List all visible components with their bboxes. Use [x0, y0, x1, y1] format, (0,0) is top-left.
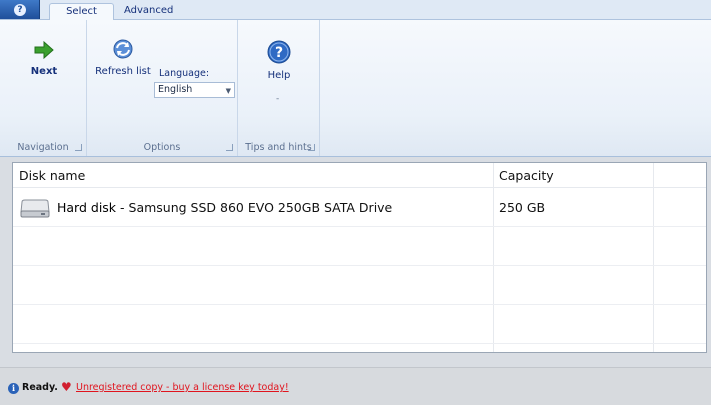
group-label-tips: Tips and hints [245, 142, 312, 153]
disk-model: Samsung SSD 860 EVO 250GB SATA Drive [128, 200, 393, 215]
ribbon-group-options: Refresh list Language: English ▼ Options [87, 20, 238, 156]
disk-capacity-cell: 250 GB [499, 200, 546, 215]
group-label-navigation: Navigation [17, 142, 69, 153]
group-label-options: Options [143, 142, 181, 153]
tab-advanced[interactable]: Advanced [117, 3, 180, 21]
info-icon: i [8, 383, 19, 394]
heart-icon: ♥ [61, 380, 72, 394]
disk-list[interactable]: Disk name Capacity Hard disk - Samsung S… [12, 162, 707, 353]
svg-text:?: ? [275, 45, 283, 61]
disk-name-cell: Hard disk - Samsung SSD 860 EVO 250GB SA… [57, 188, 392, 227]
buy-license-link[interactable]: Unregistered copy - buy a license key to… [76, 382, 289, 393]
status-bar: i Ready. ♥ Unregistered copy - buy a lic… [0, 367, 711, 405]
tab-select-disk[interactable]: Select disk [49, 3, 114, 33]
dialog-launcher-icon[interactable] [308, 144, 315, 151]
column-header-disk-name[interactable]: Disk name [13, 163, 493, 188]
disk-list-header: Disk name Capacity [13, 163, 706, 188]
help-button[interactable]: ? Help [258, 40, 300, 81]
refresh-icon [113, 39, 133, 59]
empty-row [13, 305, 706, 344]
app-menu-button[interactable]: ? [0, 0, 40, 19]
status-text: Ready. [22, 382, 58, 393]
column-header-capacity[interactable]: Capacity [493, 163, 653, 188]
green-arrow-right-icon [34, 40, 54, 60]
next-label: Next [30, 66, 58, 77]
refresh-list-button[interactable]: Refresh list [95, 38, 151, 77]
language-select[interactable]: English ▼ [154, 82, 235, 98]
table-row[interactable]: Hard disk - Samsung SSD 860 EVO 250GB SA… [13, 188, 706, 227]
empty-row [13, 266, 706, 305]
disk-separator: - [116, 200, 129, 215]
help-icon: ? [267, 40, 291, 64]
empty-row [13, 227, 706, 266]
help-label: Help [267, 70, 291, 81]
disk-kind: Hard disk [57, 200, 117, 215]
hint-text: - [276, 94, 280, 104]
tab-strip: ? Select disk Advanced [0, 0, 711, 33]
refresh-list-label: Refresh list [95, 66, 151, 77]
ribbon-group-tips: ? Help - Tips and hints [238, 20, 320, 156]
ribbon-group-navigation: Next Navigation [0, 20, 87, 156]
dialog-launcher-icon[interactable] [75, 144, 82, 151]
next-button[interactable]: Next [20, 40, 68, 77]
ribbon: Next Navigation Refresh list Language: E… [0, 20, 711, 157]
help-circle-icon: ? [14, 4, 26, 16]
hard-disk-icon [20, 199, 50, 218]
language-select-value: English [158, 84, 193, 95]
language-label: Language: [159, 68, 210, 79]
chevron-down-icon: ▼ [225, 87, 231, 95]
dialog-launcher-icon[interactable] [226, 144, 233, 151]
